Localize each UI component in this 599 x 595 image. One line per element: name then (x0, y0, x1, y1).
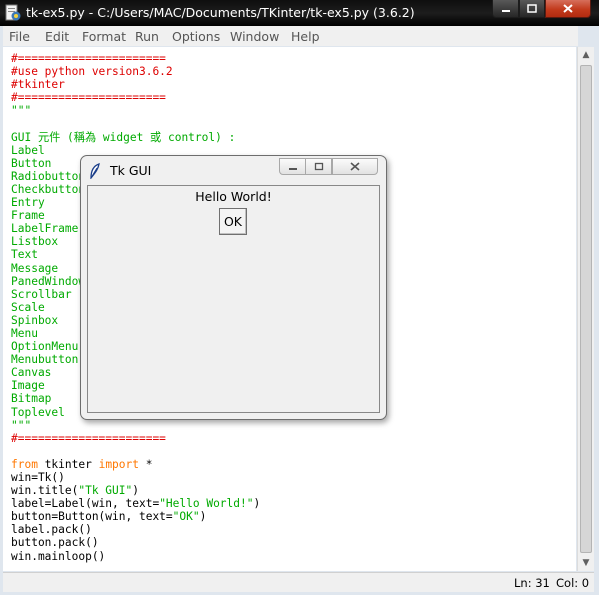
code-line: Bitmap (11, 392, 52, 406)
code-token: "Hello World!" (159, 497, 254, 511)
code-line: Checkbutton (11, 182, 86, 196)
hello-world-label: Hello World! (195, 189, 272, 204)
code-token: "OK" (172, 510, 200, 524)
window-title: tk-ex5.py - C:/Users/MAC/Documents/TKint… (26, 5, 415, 20)
menu-help[interactable]: Help (291, 29, 320, 44)
code-line: OptionMenu (11, 340, 79, 354)
code-token: ) (253, 497, 261, 511)
ok-button[interactable]: OK (219, 208, 247, 235)
tk-close-button[interactable] (332, 158, 378, 175)
scroll-down-icon[interactable]: ▼ (578, 555, 594, 571)
close-button[interactable] (545, 0, 591, 18)
menu-window[interactable]: Window (230, 29, 279, 44)
close-icon (350, 162, 360, 171)
menu-format[interactable]: Format (82, 29, 126, 44)
code-line: button=Button(win, text="OK") (11, 510, 206, 523)
code-line: win.mainloop() (11, 549, 106, 563)
code-line: win=Tk() (11, 471, 65, 484)
code-line: Menu (11, 326, 38, 340)
code-line: PanedWindow (11, 274, 86, 288)
code-line: label=Label(win, text="Hello World!") (11, 497, 260, 510)
tk-maximize-button[interactable] (305, 158, 332, 175)
maximize-icon (527, 4, 537, 13)
code-token: label=Label(win, text= (11, 497, 160, 511)
code-line: Scrollbar (11, 287, 72, 301)
menu-options[interactable]: Options (172, 29, 220, 44)
minimize-button[interactable] (492, 0, 519, 18)
code-line: Radiobutton (11, 169, 86, 183)
maximize-icon (314, 162, 323, 171)
tk-feather-icon (90, 163, 100, 179)
code-token: button=Button(win, text= (11, 510, 173, 524)
code-line: Scale (11, 300, 45, 314)
code-line: Entry (11, 196, 45, 210)
code-line: Canvas (11, 366, 52, 380)
status-line-number: Ln: 31 (514, 576, 550, 590)
python-idle-icon (5, 4, 21, 21)
scroll-up-icon[interactable]: ▲ (578, 47, 594, 63)
code-token: * (139, 457, 153, 471)
code-token: from (11, 457, 38, 471)
code-line: from tkinter import * (11, 458, 152, 471)
code-line: #====================== (11, 52, 166, 65)
maximize-button[interactable] (519, 0, 545, 18)
code-line: Spinbox (11, 313, 59, 327)
code-token: import (98, 457, 139, 471)
code-line: label.pack() (11, 523, 92, 537)
code-line: GUI 元件 (稱為 widget 或 control) : (11, 130, 236, 144)
code-line: button.pack() (11, 536, 99, 550)
menu-file[interactable]: File (9, 29, 30, 44)
status-column-number: Col: 0 (556, 576, 590, 590)
vertical-scrollbar[interactable]: ▲ ▼ (577, 47, 594, 571)
tk-window-title: Tk GUI (110, 163, 152, 178)
code-line: Image (11, 379, 45, 393)
tk-minimize-button[interactable] (279, 158, 306, 175)
menu-edit[interactable]: Edit (45, 29, 69, 44)
code-token: "Tk GUI" (78, 484, 133, 498)
code-line: #tkinter (11, 78, 65, 92)
code-line: """ (11, 104, 32, 118)
code-line: #use python version3.6.2 (11, 65, 173, 79)
code-line: Text (11, 248, 38, 262)
code-token: ) (132, 484, 139, 498)
menu-run[interactable]: Run (135, 29, 159, 44)
tk-title-bar[interactable]: Tk GUI (81, 156, 386, 184)
code-token: tkinter (37, 457, 99, 471)
close-icon (563, 4, 573, 13)
code-line: #====================== (11, 431, 166, 445)
code-line: #====================== (11, 91, 166, 105)
menu-bar: File Edit Format Run Options Window Help (3, 26, 578, 46)
minimize-icon (288, 167, 297, 170)
code-line: Frame (11, 209, 45, 223)
code-line: Toplevel (11, 405, 65, 419)
code-line: win.title("Tk GUI") (11, 484, 139, 497)
code-line: LabelFrame (11, 222, 79, 236)
scroll-thumb[interactable] (580, 65, 592, 553)
code-token: ) (199, 510, 207, 524)
code-line: Button (11, 156, 52, 170)
tk-client-area: Hello World! OK (87, 185, 380, 413)
minimize-icon (501, 9, 510, 12)
tk-gui-window: Tk GUI Hello World! OK (80, 155, 387, 420)
status-bar: Ln: 31 Col: 0 (3, 572, 594, 592)
code-line: Label (11, 143, 45, 157)
code-line: """ (11, 418, 32, 432)
idle-title-bar[interactable]: tk-ex5.py - C:/Users/MAC/Documents/TKint… (0, 0, 599, 26)
code-line: Menubutton (11, 353, 79, 367)
code-line: Listbox (11, 235, 59, 249)
code-line: Message (11, 261, 59, 275)
code-token: win.title( (11, 484, 79, 498)
